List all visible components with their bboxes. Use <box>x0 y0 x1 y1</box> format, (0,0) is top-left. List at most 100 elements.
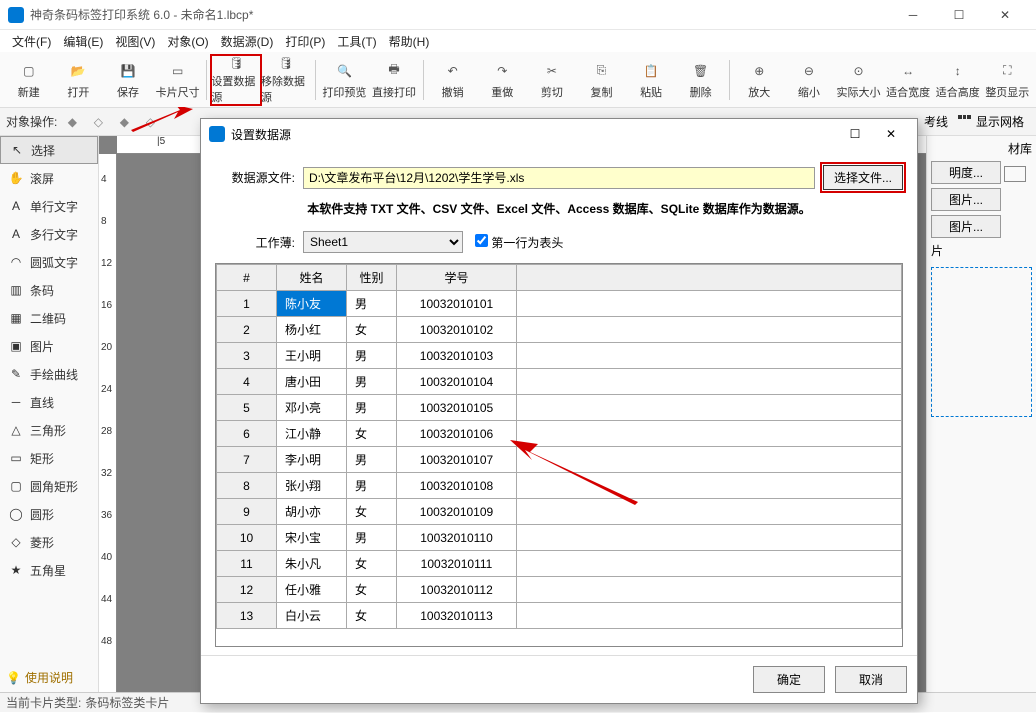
toolbar-fith[interactable]: ↕适合高度 <box>933 55 983 105</box>
toolbar-undo[interactable]: ↶撤销 <box>428 55 478 105</box>
status-value: 条码标签类卡片 <box>85 694 169 711</box>
toolbar-delete[interactable]: 🗑删除 <box>676 55 726 105</box>
tool-freehand[interactable]: ✎手绘曲线 <box>0 360 98 388</box>
table-row[interactable]: 10宋小宝男10032010110 <box>217 525 902 551</box>
col-header[interactable]: 姓名 <box>277 265 347 291</box>
image-icon: ▣ <box>6 339 26 353</box>
ruler-vertical: 4812162024283236404448 <box>99 154 117 692</box>
col-header[interactable]: 学号 <box>397 265 517 291</box>
col-header[interactable]: 性别 <box>347 265 397 291</box>
toolbar-save[interactable]: 💾保存 <box>103 55 153 105</box>
table-row[interactable]: 6江小静女10032010106 <box>217 421 902 447</box>
cancel-button[interactable]: 取消 <box>835 666 907 693</box>
table-row[interactable]: 11朱小凡女10032010111 <box>217 551 902 577</box>
toolbar-setds[interactable]: 🛢设置数据源 <box>211 55 261 105</box>
tool-sidebar: ↖选择✋滚屏A单行文字A多行文字◠圆弧文字▥条码▦二维码▣图片✎手绘曲线─直线△… <box>0 136 99 692</box>
tool-roundrect[interactable]: ▢圆角矩形 <box>0 472 98 500</box>
tool-pan[interactable]: ✋滚屏 <box>0 164 98 192</box>
dialog-maximize[interactable]: ☐ <box>837 120 873 148</box>
table-row[interactable]: 8张小翔男10032010108 <box>217 473 902 499</box>
star-icon: ★ <box>6 563 26 577</box>
toolbar-cardsize[interactable]: ▭卡片尺寸 <box>153 55 203 105</box>
table-row[interactable]: 7李小明男10032010107 <box>217 447 902 473</box>
toolbar-fitpage[interactable]: ⛶整页显示 <box>983 55 1033 105</box>
dialog-title: 设置数据源 <box>231 126 291 143</box>
browse-button[interactable]: 选择文件... <box>823 165 903 190</box>
toolbar-print[interactable]: 🖶直接打印 <box>369 55 419 105</box>
sheet-select[interactable]: Sheet1 <box>303 231 463 253</box>
copy-icon: ⎘ <box>590 60 612 82</box>
layer-up-icon[interactable]: ◆ <box>113 111 135 133</box>
first-row-header[interactable]: 第一行为表头 <box>475 234 563 251</box>
show-grid[interactable]: 显示网格 <box>976 113 1024 130</box>
tool-rect[interactable]: ▭矩形 <box>0 444 98 472</box>
col-header[interactable]: # <box>217 265 277 291</box>
toolbar-cut[interactable]: ✂剪切 <box>527 55 577 105</box>
menu-datasource[interactable]: 数据源(D) <box>215 31 280 52</box>
tool-barcode[interactable]: ▥条码 <box>0 276 98 304</box>
table-row[interactable]: 1陈小友男10032010101 <box>217 291 902 317</box>
arc-icon: ◠ <box>6 255 26 269</box>
tool-star[interactable]: ★五角星 <box>0 556 98 584</box>
help-link[interactable]: 💡使用说明 <box>0 663 98 692</box>
table-row[interactable]: 2杨小红女10032010102 <box>217 317 902 343</box>
status-label: 当前卡片类型: <box>6 694 81 711</box>
tool-line[interactable]: ─直线 <box>0 388 98 416</box>
toolbar-removeds[interactable]: 🛢移除数据源 <box>261 55 311 105</box>
table-row[interactable]: 12任小雅女10032010112 <box>217 577 902 603</box>
image1-button[interactable]: 图片... <box>931 188 1001 211</box>
layer-front-icon[interactable]: ◆ <box>61 111 83 133</box>
toolbar-zoomin[interactable]: ⊕放大 <box>734 55 784 105</box>
toolbar-paste[interactable]: 📋粘贴 <box>626 55 676 105</box>
tool-triangle[interactable]: △三角形 <box>0 416 98 444</box>
layer-down-icon[interactable]: ◇ <box>139 111 161 133</box>
path-input[interactable] <box>303 167 815 189</box>
tool-qr[interactable]: ▦二维码 <box>0 304 98 332</box>
dialog-close[interactable]: ✕ <box>873 120 909 148</box>
toolbar-actual[interactable]: ⊙实际大小 <box>834 55 884 105</box>
material-lib[interactable]: 材库 <box>931 140 1032 157</box>
menu-print[interactable]: 打印(P) <box>279 31 331 52</box>
menu-view[interactable]: 视图(V) <box>109 31 161 52</box>
menu-tools[interactable]: 工具(T) <box>331 31 382 52</box>
menu-object[interactable]: 对象(O) <box>161 31 214 52</box>
menu-file[interactable]: 文件(F) <box>6 31 57 52</box>
table-row[interactable]: 5邓小亮男10032010105 <box>217 395 902 421</box>
toolbar-redo[interactable]: ↷重做 <box>477 55 527 105</box>
menu-edit[interactable]: 编辑(E) <box>57 31 109 52</box>
tool-text2[interactable]: A多行文字 <box>0 220 98 248</box>
tool-ellipse[interactable]: ◯圆形 <box>0 500 98 528</box>
close-button[interactable]: ✕ <box>982 0 1028 30</box>
redo-icon: ↷ <box>491 60 513 82</box>
table-row[interactable]: 4唐小田男10032010104 <box>217 369 902 395</box>
toolbar-preview[interactable]: 🔍打印预览 <box>320 55 370 105</box>
data-table[interactable]: #姓名性别学号1陈小友男100320101012杨小红女100320101023… <box>215 263 903 647</box>
tool-image[interactable]: ▣图片 <box>0 332 98 360</box>
brightness-button[interactable]: 明度... <box>931 161 1001 184</box>
text2-icon: A <box>6 227 26 241</box>
toolbar-new[interactable]: ▢新建 <box>4 55 54 105</box>
preview-box <box>931 267 1032 417</box>
tool-text1[interactable]: A单行文字 <box>0 192 98 220</box>
tool-select[interactable]: ↖选择 <box>0 136 98 164</box>
table-row[interactable]: 13白小云女10032010113 <box>217 603 902 629</box>
minimize-button[interactable]: ─ <box>890 0 936 30</box>
tool-diamond[interactable]: ◇菱形 <box>0 528 98 556</box>
toolbar-open[interactable]: 📂打开 <box>54 55 104 105</box>
toolbar-fitw[interactable]: ↔适合宽度 <box>883 55 933 105</box>
toolbar-zoomout[interactable]: ⊖缩小 <box>784 55 834 105</box>
ok-button[interactable]: 确定 <box>753 666 825 693</box>
open-icon: 📂 <box>67 60 89 82</box>
tool-arc[interactable]: ◠圆弧文字 <box>0 248 98 276</box>
objbar-label: 对象操作: <box>6 113 57 130</box>
image2-button[interactable]: 图片... <box>931 215 1001 238</box>
toolbar-copy[interactable]: ⎘复制 <box>577 55 627 105</box>
table-row[interactable]: 9胡小亦女10032010109 <box>217 499 902 525</box>
menu-help[interactable]: 帮助(H) <box>383 31 436 52</box>
guide-line[interactable]: 考线 <box>924 113 948 130</box>
layer-back-icon[interactable]: ◇ <box>87 111 109 133</box>
actual-icon: ⊙ <box>847 60 869 82</box>
table-row[interactable]: 3王小明男10032010103 <box>217 343 902 369</box>
app-icon <box>8 7 24 23</box>
maximize-button[interactable]: ☐ <box>936 0 982 30</box>
